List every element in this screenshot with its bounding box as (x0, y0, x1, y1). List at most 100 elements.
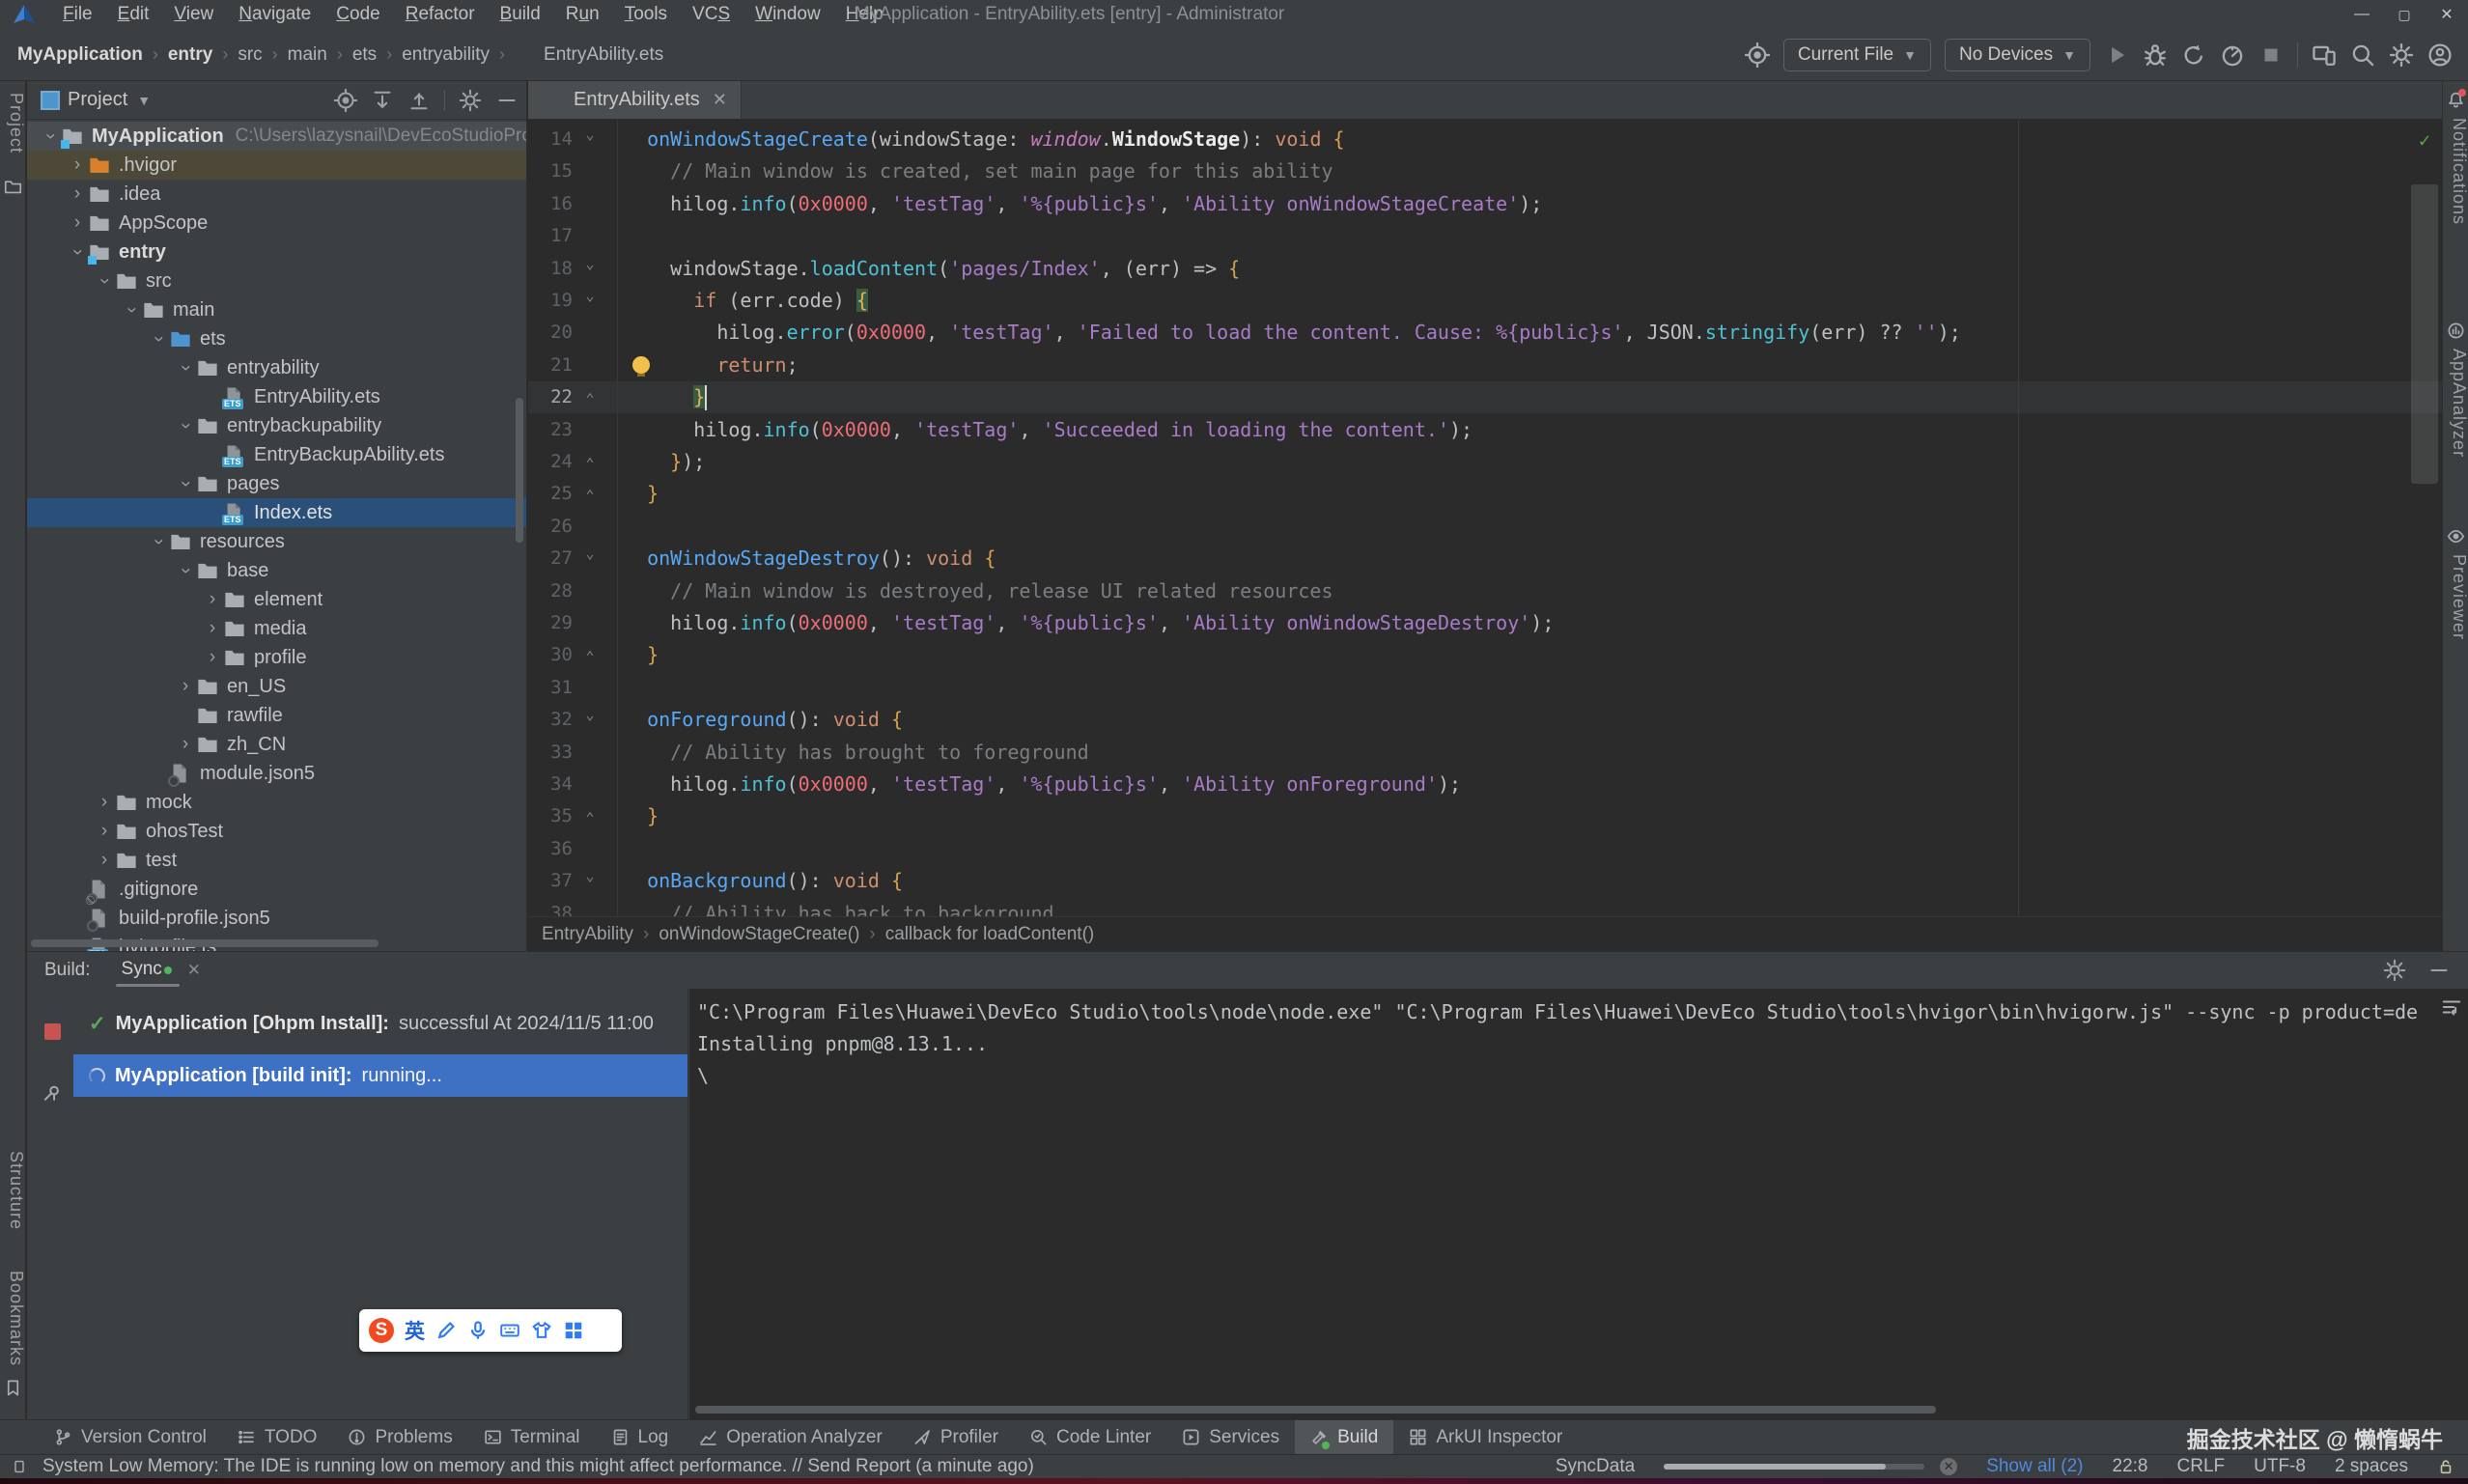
minimize-button[interactable]: — (2341, 0, 2383, 29)
ime-pen-icon[interactable] (435, 1320, 457, 1341)
hide-panel-icon[interactable] (495, 89, 519, 112)
ime-keyboard-icon[interactable] (499, 1320, 520, 1341)
device-manager-icon[interactable] (2312, 42, 2337, 68)
breadcrumb-item[interactable]: src (238, 44, 262, 66)
build-task-row[interactable]: ✓MyApplication [Ohpm Install]: successfu… (73, 1002, 687, 1045)
tree-chevron-icon[interactable]: › (175, 561, 196, 580)
run-with-coverage-icon[interactable] (2181, 42, 2206, 68)
tree-chevron-icon[interactable]: › (95, 792, 114, 813)
folder-icon[interactable] (4, 178, 22, 196)
tool-window-button-problems[interactable]: Problems (332, 1420, 467, 1455)
fold-marker-icon[interactable]: ⌄ (578, 706, 602, 723)
indent-setting[interactable]: 2 spaces (2335, 1456, 2408, 1477)
menu-tools[interactable]: Tools (612, 4, 680, 25)
account-icon[interactable] (2427, 42, 2453, 68)
tree-chevron-icon[interactable]: › (175, 474, 196, 493)
tree-chevron-icon[interactable]: › (40, 126, 61, 146)
menu-vcs[interactable]: VCS (680, 4, 743, 25)
ime-mic-icon[interactable] (467, 1320, 489, 1341)
breadcrumb-item[interactable]: main (288, 44, 327, 66)
tree-item-resources[interactable]: ›resources (27, 527, 526, 556)
breadcrumb-file[interactable]: EntryAbility.ets (544, 44, 663, 66)
tree-item-ets[interactable]: ›ets (27, 324, 526, 353)
tree-item-entrybackupability[interactable]: ›entrybackupability (27, 411, 526, 440)
tree-chevron-icon[interactable]: › (203, 618, 222, 639)
search-everywhere-icon[interactable] (2350, 42, 2375, 68)
tree-chevron-icon[interactable]: › (203, 647, 222, 668)
tree-vertical-scrollbar[interactable] (516, 398, 523, 543)
build-task-row[interactable]: MyApplication [build init]: running... (73, 1054, 687, 1097)
tree-chevron-icon[interactable]: › (68, 212, 87, 234)
tree-item-en-us[interactable]: ›en_US (27, 672, 526, 701)
tree-chevron-icon[interactable]: › (94, 271, 115, 291)
tool-button-bookmarks[interactable]: Bookmarks (0, 1271, 26, 1366)
tree-item-zh-cn[interactable]: ›zh_CN (27, 730, 526, 759)
fold-marker-icon[interactable]: ⌃ (578, 390, 602, 407)
tool-window-button-todo[interactable]: TODO (222, 1420, 333, 1455)
tree-item-entrybackupability-ets[interactable]: ETSEntryBackupAbility.ets (27, 440, 526, 469)
menu-window[interactable]: Window (743, 4, 833, 25)
tree-item-entryability[interactable]: ›entryability (27, 353, 526, 382)
breadcrumb-item[interactable]: MyApplication (17, 44, 143, 66)
tree-chevron-icon[interactable]: › (203, 589, 222, 610)
tree-item-entryability-ets[interactable]: ETSEntryAbility.ets (27, 382, 526, 411)
tree-item-profile[interactable]: ›profile (27, 643, 526, 672)
tool-window-button-profiler[interactable]: Profiler (898, 1420, 1014, 1455)
editor-breadcrumb-item[interactable]: callback for loadContent() (885, 924, 1095, 945)
tree-item-element[interactable]: ›element (27, 585, 526, 614)
code-editor[interactable]: 14⌄ onWindowStageCreate(windowStage: win… (528, 121, 2442, 916)
tree-item-module-json5[interactable]: module.json5 (27, 759, 526, 788)
previewer-icon[interactable] (2447, 527, 2465, 546)
chevron-down-icon[interactable]: ▼ (137, 93, 151, 108)
tree-chevron-icon[interactable]: › (148, 532, 169, 551)
cancel-progress-icon[interactable]: ✕ (1940, 1458, 1957, 1475)
tree-item-build-profile-json5[interactable]: build-profile.json5 (27, 904, 526, 933)
soft-wrap-icon[interactable] (2441, 996, 2462, 1018)
locate-icon[interactable] (1745, 42, 1770, 68)
menu-edit[interactable]: Edit (105, 4, 162, 25)
build-hide-panel-icon[interactable] (2427, 959, 2451, 982)
build-settings-gear-icon[interactable] (2383, 959, 2406, 982)
fold-marker-icon[interactable]: ⌃ (578, 809, 602, 826)
tool-button-appanalyzer[interactable]: AppAnalyzer (2443, 349, 2468, 458)
fold-marker-icon[interactable]: ⌄ (578, 287, 602, 304)
tree-item--idea[interactable]: ›.idea (27, 180, 526, 209)
fold-marker-icon[interactable]: ⌄ (578, 545, 602, 562)
tree-item-test[interactable]: ›test (27, 846, 526, 875)
tree-item-rawfile[interactable]: rawfile (27, 701, 526, 730)
tool-button-notifications[interactable]: Notifications (2443, 118, 2468, 225)
tree-item-index-ets[interactable]: ETSIndex.ets (27, 498, 526, 527)
build-tab-sync[interactable]: Sync (120, 952, 178, 989)
tree-item-entry[interactable]: ›entry (27, 238, 526, 266)
menu-navigate[interactable]: Navigate (226, 4, 323, 25)
fold-marker-icon[interactable]: ⌄ (578, 126, 602, 143)
ime-language-toggle[interactable]: 英 (405, 1316, 425, 1345)
tree-item-media[interactable]: ›media (27, 614, 526, 643)
run-configuration-select[interactable]: Current File ▼ (1783, 39, 1931, 71)
fold-marker-icon[interactable]: ⌃ (578, 648, 602, 665)
tree-chevron-icon[interactable]: › (95, 821, 114, 842)
tree-item--gitignore[interactable]: ⃠.gitignore (27, 875, 526, 904)
editor-vertical-scrollbar[interactable] (2411, 184, 2438, 484)
close-sync-tab-icon[interactable]: ✕ (187, 961, 201, 980)
options-gear-icon[interactable] (459, 89, 482, 112)
tree-chevron-icon[interactable]: › (67, 242, 88, 262)
project-view-title[interactable]: Project (68, 89, 127, 111)
breadcrumb-item[interactable]: entryability (402, 44, 490, 66)
stop-build-button[interactable] (44, 1023, 61, 1040)
tree-chevron-icon[interactable]: › (176, 734, 195, 755)
intention-bulb-icon[interactable] (632, 356, 650, 374)
tree-chevron-icon[interactable]: › (95, 850, 114, 871)
tool-window-button-arkui-inspector[interactable]: ArkUI Inspector (1393, 1420, 1578, 1455)
fold-marker-icon[interactable]: ⌄ (578, 867, 602, 884)
console-horizontal-scrollbar[interactable] (695, 1406, 1936, 1414)
memory-indicator-icon[interactable] (12, 1459, 27, 1474)
settings-gear-icon[interactable] (2389, 42, 2414, 68)
appanalyzer-icon[interactable] (2447, 322, 2465, 340)
tree-chevron-icon[interactable]: › (68, 154, 87, 176)
fold-marker-icon[interactable]: ⌃ (578, 455, 602, 472)
breadcrumb-item[interactable]: ets (352, 44, 377, 66)
line-ending[interactable]: CRLF (2177, 1456, 2226, 1477)
build-console[interactable]: "C:\Program Files\Huawei\DevEco Studio\t… (689, 989, 2468, 1419)
close-button[interactable]: ✕ (2426, 0, 2468, 29)
